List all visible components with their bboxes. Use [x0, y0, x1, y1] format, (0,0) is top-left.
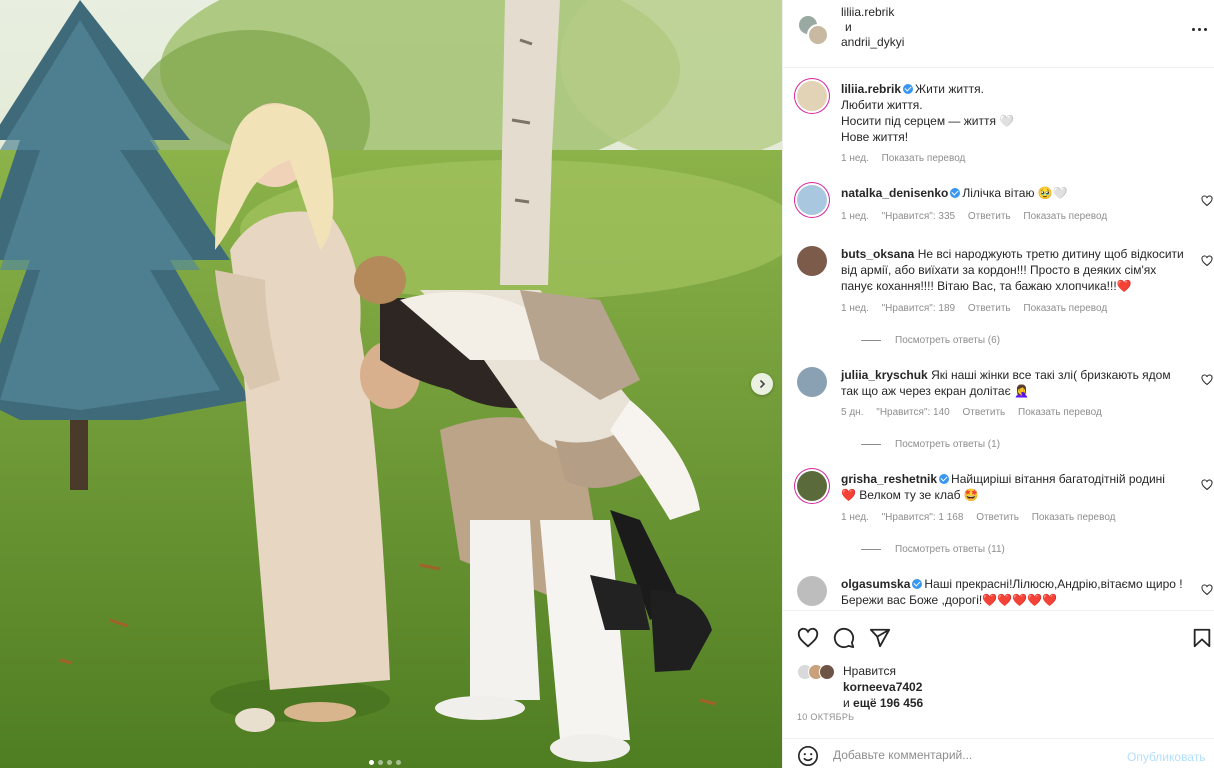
view-replies-button[interactable]: Посмотреть ответы (11)	[861, 544, 1005, 555]
comment-text: Лілічка вітаю 🥹🤍	[962, 186, 1068, 200]
post-header: liliia.rebrik и andrii_dykyi	[783, 0, 1214, 68]
bookmark-icon[interactable]	[1191, 627, 1213, 649]
post-date: 10 ОКТЯБРЬ	[797, 712, 855, 722]
caption-text: liliia.rebrik Жити життя. Любити життя. Н…	[841, 82, 1015, 144]
comment-meta: 1 нед. "Нравится": 189 Ответить Показать…	[841, 303, 1108, 314]
heart-icon[interactable]	[797, 627, 819, 649]
translate-link[interactable]: Показать перевод	[1023, 303, 1107, 314]
view-replies-button[interactable]: Посмотреть ответы (1)	[861, 439, 1000, 450]
reply-link[interactable]: Ответить	[976, 512, 1019, 523]
liker-avatars	[797, 664, 845, 684]
more-icon	[1190, 27, 1208, 31]
emoji-icon[interactable]	[797, 745, 819, 767]
add-comment-bar: Опубликовать	[783, 738, 1214, 768]
verified-icon	[939, 474, 950, 484]
share-icon[interactable]	[869, 627, 891, 649]
comment-author[interactable]: natalka_denisenko	[841, 186, 948, 200]
avatar[interactable]	[797, 185, 827, 215]
likes-count[interactable]: "Нравится": 1 168	[882, 512, 964, 523]
like-comment-heart-icon[interactable]	[1201, 195, 1213, 207]
translate-link[interactable]: Показать перевод	[1023, 211, 1107, 222]
reply-link[interactable]: Ответить	[968, 303, 1011, 314]
caption-author[interactable]: liliia.rebrik	[841, 82, 901, 96]
comments-list[interactable]: liliia.rebrik Жити життя. Любити життя. Н…	[783, 69, 1214, 610]
chevron-right-icon	[759, 379, 766, 389]
reply-link[interactable]: Ответить	[968, 211, 1011, 222]
author-link[interactable]: liliia.rebrik	[841, 5, 894, 19]
comment-text: Найщиріші вітання багатодітній родині	[951, 472, 1165, 486]
avatar[interactable]	[797, 81, 827, 111]
carousel-dots	[369, 760, 401, 765]
like-comment-heart-icon[interactable]	[1201, 584, 1213, 596]
post-photo[interactable]	[0, 0, 782, 768]
comment-author[interactable]: grisha_reshetnik	[841, 472, 937, 486]
verified-icon	[912, 579, 923, 589]
likes-count[interactable]: "Нравится": 335	[882, 211, 955, 222]
liker-link[interactable]: korneeva7402	[843, 680, 922, 694]
comment-meta: 5 дн. "Нравится": 140 Ответить Показать …	[841, 407, 1102, 418]
like-comment-heart-icon[interactable]	[1201, 374, 1213, 386]
comment-input[interactable]	[833, 746, 1113, 764]
avatar[interactable]	[797, 246, 827, 276]
likes-count[interactable]: "Нравится": 189	[882, 303, 955, 314]
likes-count[interactable]: "Нравится": 140	[876, 407, 949, 418]
verified-icon	[950, 188, 961, 198]
collab-avatars[interactable]	[797, 14, 829, 46]
publish-button[interactable]: Опубликовать	[1127, 750, 1205, 764]
avatar[interactable]	[797, 576, 827, 606]
carousel-dot	[396, 760, 401, 765]
translate-link[interactable]: Показать перевод	[1018, 407, 1102, 418]
comment-icon[interactable]	[833, 627, 855, 649]
comment-author[interactable]: buts_oksana	[841, 247, 914, 261]
next-photo-button[interactable]	[751, 373, 773, 395]
coauthor-link[interactable]: andrii_dykyi	[841, 35, 904, 49]
carousel-dot	[369, 760, 374, 765]
caption-meta: 1 нед. Показать перевод	[841, 153, 966, 164]
comment-author[interactable]: olgasumska	[841, 577, 910, 591]
like-comment-heart-icon[interactable]	[1201, 479, 1213, 491]
post-actions: Нравится korneeva7402 и ещё 196 456 10 О…	[783, 610, 1214, 738]
carousel-dot	[387, 760, 392, 765]
comment-meta: 1 нед. "Нравится": 335 Ответить Показать…	[841, 211, 1108, 222]
translate-link[interactable]: Показать перевод	[882, 153, 966, 164]
verified-icon	[903, 84, 914, 94]
photo-scene	[0, 0, 782, 768]
likes-count-link[interactable]: ещё 196 456	[853, 696, 923, 710]
conjunction: и	[845, 20, 852, 34]
like-comment-heart-icon[interactable]	[1201, 255, 1213, 267]
carousel-dot	[378, 760, 383, 765]
post-side-panel: liliia.rebrik и andrii_dykyi liliia.rebr…	[782, 0, 1214, 768]
more-options-button[interactable]	[1189, 20, 1209, 38]
comment-author[interactable]: juliia_kryschuk	[841, 368, 928, 382]
avatar	[807, 24, 829, 46]
comment-meta: 1 нед. "Нравится": 1 168 Ответить Показа…	[841, 512, 1116, 523]
translate-link[interactable]: Показать перевод	[1032, 512, 1116, 523]
view-replies-button[interactable]: Посмотреть ответы (6)	[861, 335, 1000, 346]
avatar[interactable]	[797, 471, 827, 501]
avatar[interactable]	[797, 367, 827, 397]
reply-link[interactable]: Ответить	[963, 407, 1006, 418]
collab-names: liliia.rebrik и andrii_dykyi	[841, 5, 904, 50]
